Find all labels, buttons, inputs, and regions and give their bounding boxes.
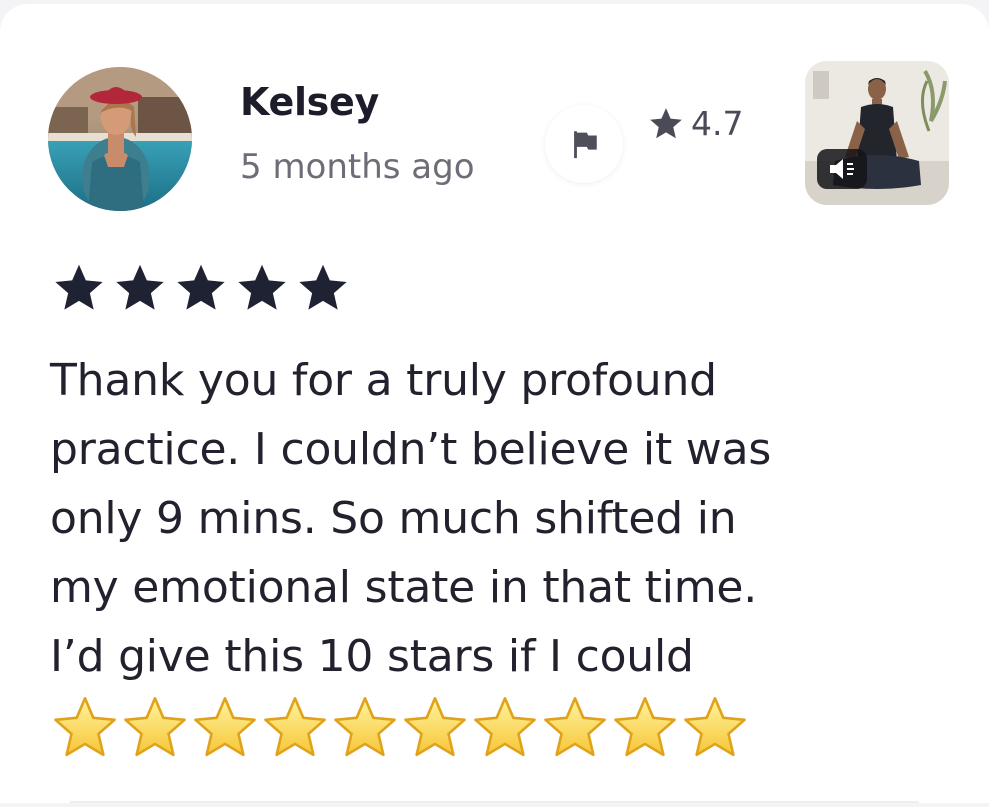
star-icon: [177, 264, 225, 310]
star-icon: [238, 264, 286, 310]
divider: [70, 801, 919, 803]
glowing-star-icon: [54, 697, 116, 757]
review-timestamp: 5 months ago: [240, 147, 475, 187]
course-thumbnail[interactable]: [805, 61, 949, 205]
report-flag-button[interactable]: [545, 105, 623, 183]
star-icon: [299, 264, 347, 310]
review-text: Thank you for a truly profound practice.…: [50, 346, 930, 691]
glowing-star-icon: [614, 697, 676, 757]
glowing-star-icon: [334, 697, 396, 757]
reviewer-name[interactable]: Kelsey: [240, 80, 379, 124]
review-text-line: I’d give this 10 stars if I could: [50, 631, 694, 682]
reviewer-avatar[interactable]: [48, 67, 192, 211]
flag-icon: [574, 131, 597, 159]
star-icon: [650, 107, 682, 138]
star-icon: [55, 264, 103, 310]
review-card: Kelsey 5 months ago 4.7 Thank you for a …: [0, 4, 989, 803]
rating-value: 4.7: [691, 104, 744, 143]
course-rating: 4.7: [647, 104, 743, 143]
review-text-line: my emotional state in that time.: [50, 562, 758, 613]
glowing-star-icon: [264, 697, 326, 757]
glowing-star-icon: [194, 697, 256, 757]
glowing-star-icon: [684, 697, 746, 757]
emoji-stars: [50, 694, 750, 760]
speaker-icon: [830, 159, 854, 179]
glowing-star-icon: [474, 697, 536, 757]
review-text-line: practice. I couldn’t believe it was: [50, 424, 772, 475]
glowing-star-icon: [124, 697, 186, 757]
review-text-line: Thank you for a truly profound: [50, 355, 717, 406]
glowing-star-icon: [404, 697, 466, 757]
audio-badge: [817, 149, 867, 189]
review-star-rating: [50, 260, 352, 312]
review-text-line: only 9 mins. So much shifted in: [50, 493, 737, 544]
star-icon: [116, 264, 164, 310]
glowing-star-icon: [544, 697, 606, 757]
